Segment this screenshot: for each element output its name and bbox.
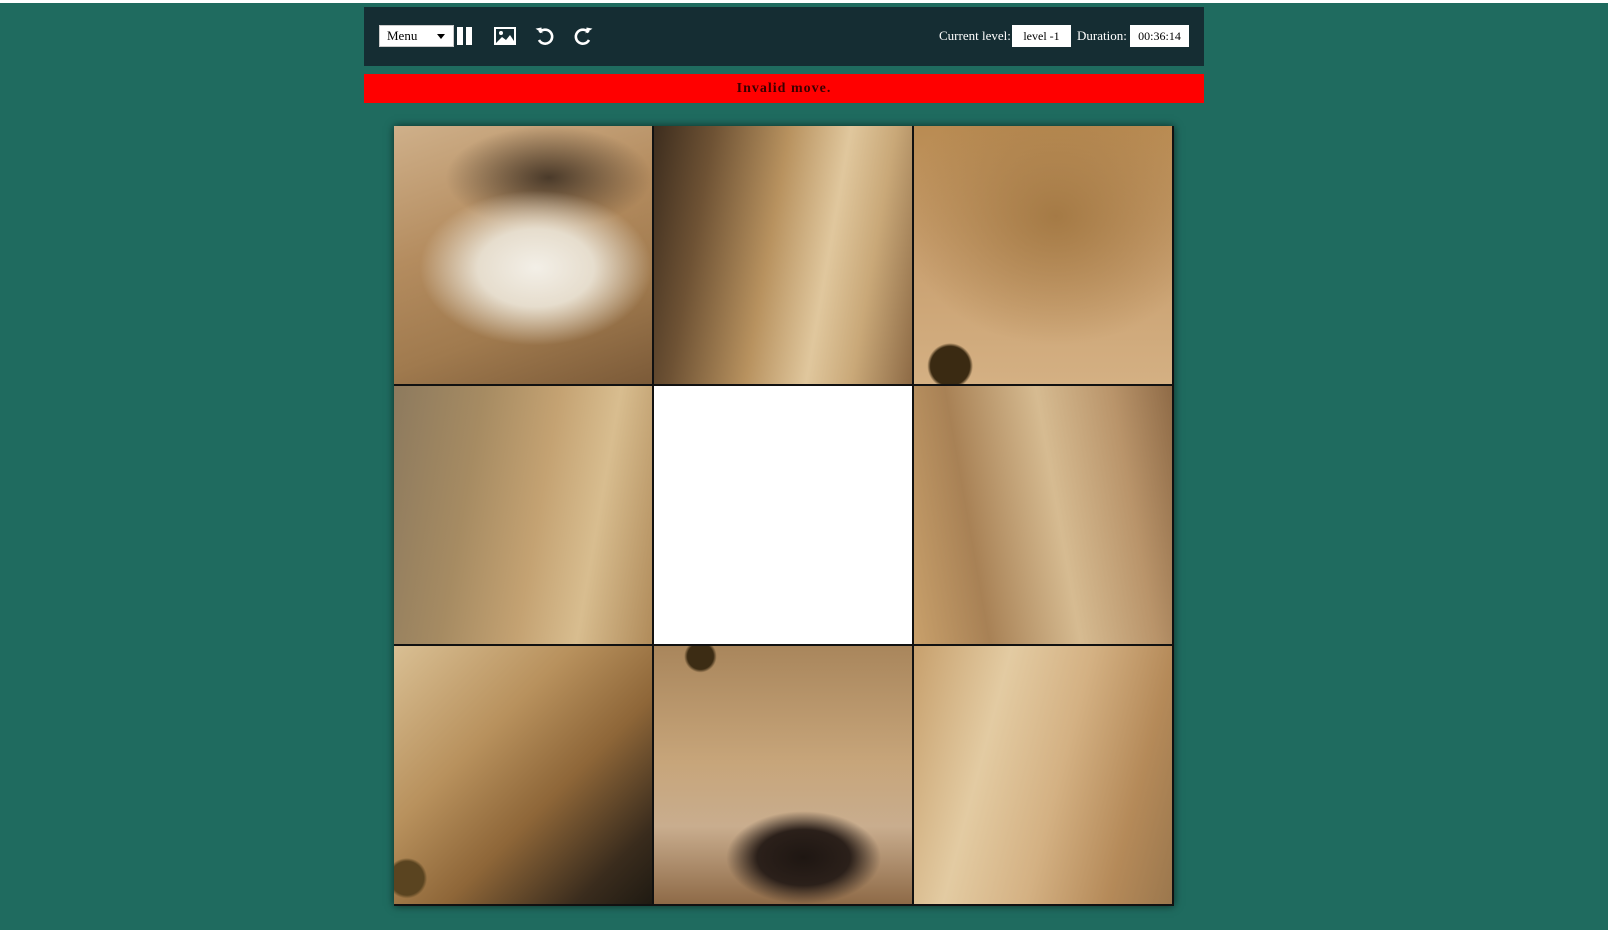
image-icon[interactable] [493,24,517,48]
game-background: Menu Current level: level -1 Duration: 0… [0,3,1608,930]
toolbar: Menu Current level: level -1 Duration: 0… [364,7,1204,66]
redo-icon[interactable] [571,24,595,48]
pause-icon[interactable] [453,24,477,48]
lion-nose-tile[interactable] [654,646,912,904]
menu-dropdown-label: Menu [387,28,418,43]
current-level-label: Current level: [939,28,1011,43]
lion-mane-eye-tile[interactable] [394,646,652,904]
lion-mane-light-tile[interactable] [914,646,1172,904]
menu-dropdown[interactable]: Menu [379,25,454,47]
duration-value: 00:36:14 [1130,25,1189,47]
chevron-down-icon [437,34,445,39]
status-message: Invalid move. [364,74,1204,103]
empty-tile[interactable] [654,386,912,644]
current-level-value: level -1 [1012,25,1071,47]
lion-forehead-eye-tile[interactable] [914,126,1172,384]
lion-whiskers-tile[interactable] [914,386,1172,644]
lion-cheek-tile[interactable] [394,386,652,644]
puzzle-board [394,126,1174,906]
lion-mane-tile[interactable] [654,126,912,384]
duration-label: Duration: [1077,28,1127,43]
undo-icon[interactable] [533,24,557,48]
lion-muzzle-chin-tile[interactable] [394,126,652,384]
